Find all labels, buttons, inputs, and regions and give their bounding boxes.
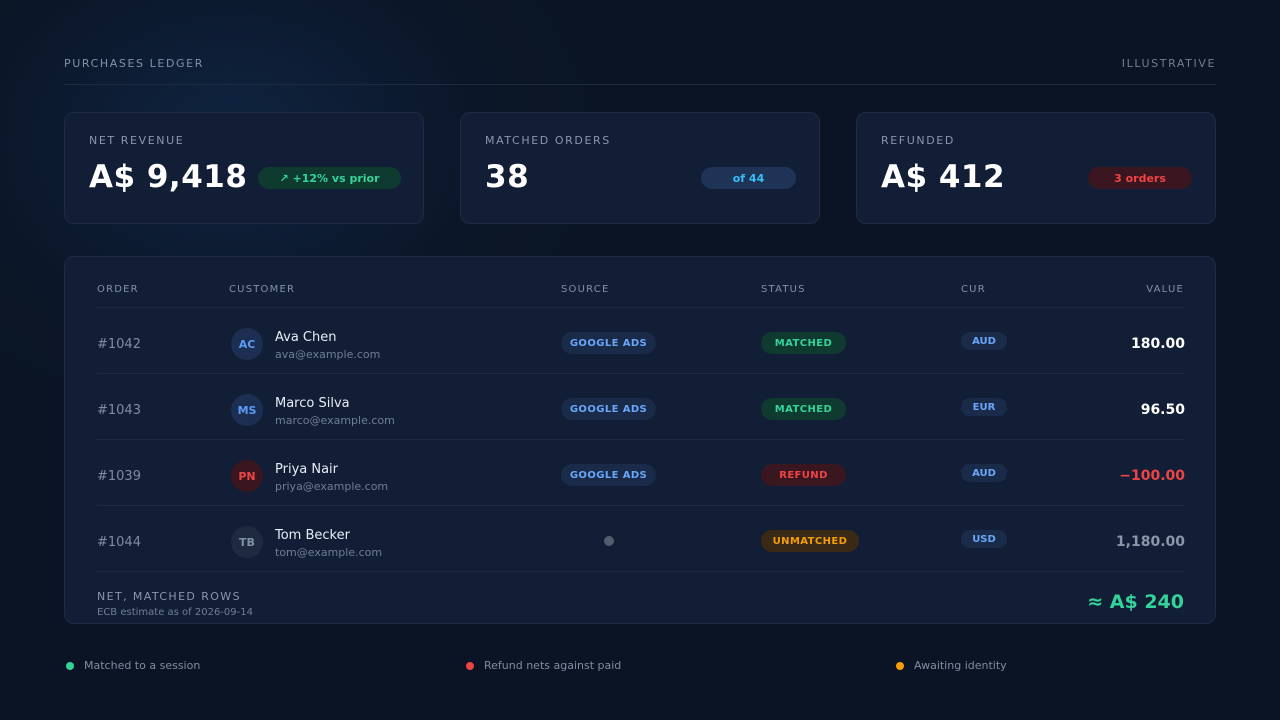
- refund-count-badge: 3 orders: [1088, 167, 1192, 189]
- customer-name: Tom Becker: [275, 528, 350, 543]
- column-header-value: VALUE: [1146, 284, 1184, 295]
- avatar: TB: [231, 526, 263, 558]
- status-badge: REFUND: [761, 464, 846, 486]
- currency-badge: AUD: [961, 464, 1007, 482]
- red-dot-icon: [466, 662, 474, 670]
- trend-badge: ↗ +12% vs prior: [258, 167, 401, 189]
- column-header-cur: CUR: [961, 284, 986, 295]
- table-row[interactable]: #1042 AC Ava Chen ava@example.com GOOGLE…: [97, 308, 1185, 374]
- net-total: ≈ A$ 240: [1087, 591, 1184, 613]
- status-badge: MATCHED: [761, 398, 846, 420]
- customer-email: priya@example.com: [275, 480, 389, 493]
- order-id: #1043: [97, 403, 141, 418]
- avatar: MS: [231, 394, 263, 426]
- table-row[interactable]: #1044 TB Tom Becker tom@example.com UNMA…: [97, 506, 1185, 572]
- page-header: PURCHASES LEDGER ILLUSTRATIVE: [64, 57, 1216, 85]
- customer-name: Priya Nair: [275, 462, 339, 477]
- footer-subtitle: ECB estimate as of 2026-09-14: [97, 607, 253, 618]
- currency-badge: EUR: [961, 398, 1007, 416]
- matched-orders-card: MATCHED ORDERS 38 of 44: [460, 112, 820, 224]
- order-value: 180.00: [1130, 336, 1185, 352]
- customer-email: marco@example.com: [275, 414, 395, 427]
- currency-badge: USD: [961, 530, 1007, 548]
- status-badge: MATCHED: [761, 332, 846, 354]
- column-header-customer: CUSTOMER: [229, 284, 296, 295]
- column-header-source: SOURCE: [561, 284, 610, 295]
- order-id: #1042: [97, 337, 141, 352]
- orders-table: ORDER CUSTOMER SOURCE STATUS CUR VALUE #…: [64, 256, 1216, 624]
- amber-dot-icon: [896, 662, 904, 670]
- avatar: PN: [231, 460, 263, 492]
- source-badge: GOOGLE ADS: [561, 464, 656, 486]
- card-value: A$ 9,418: [89, 159, 248, 195]
- customer-email: tom@example.com: [275, 546, 383, 559]
- currency-badge: AUD: [961, 332, 1007, 350]
- card-label: MATCHED ORDERS: [485, 134, 611, 147]
- card-value: 38: [485, 159, 530, 195]
- customer-name: Marco Silva: [275, 396, 350, 411]
- status-badge: UNMATCHED: [761, 530, 859, 552]
- footer-label: NET, MATCHED ROWS: [97, 590, 241, 603]
- table-row[interactable]: #1039 PN Priya Nair priya@example.com GO…: [97, 440, 1185, 506]
- illustrative-tag: ILLUSTRATIVE: [1121, 57, 1216, 70]
- source-badge: GOOGLE ADS: [561, 332, 656, 354]
- order-value: −100.00: [1119, 468, 1185, 484]
- legend-label: Matched to a session: [84, 659, 201, 672]
- avatar: AC: [231, 328, 263, 360]
- card-value: A$ 412: [881, 159, 1006, 195]
- green-dot-icon: [66, 662, 74, 670]
- total-badge: of 44: [701, 167, 796, 189]
- no-source-dot: [604, 536, 614, 546]
- legend-label: Awaiting identity: [914, 659, 1007, 672]
- order-value: 1,180.00: [1115, 534, 1185, 550]
- card-label: NET REVENUE: [89, 134, 185, 147]
- column-header-status: STATUS: [761, 284, 806, 295]
- card-label: REFUNDED: [881, 134, 955, 147]
- legend-label: Refund nets against paid: [484, 659, 622, 672]
- order-id: #1044: [97, 535, 141, 550]
- table-row[interactable]: #1043 MS Marco Silva marco@example.com G…: [97, 374, 1185, 440]
- customer-name: Ava Chen: [275, 330, 337, 345]
- source-badge: GOOGLE ADS: [561, 398, 656, 420]
- refunded-card: REFUNDED A$ 412 3 orders: [856, 112, 1216, 224]
- customer-email: ava@example.com: [275, 348, 381, 361]
- column-header-order: ORDER: [97, 284, 139, 295]
- order-id: #1039: [97, 469, 141, 484]
- page-title: PURCHASES LEDGER: [64, 57, 204, 70]
- order-value: 96.50: [1140, 402, 1185, 418]
- net-revenue-card: NET REVENUE A$ 9,418 ↗ +12% vs prior: [64, 112, 424, 224]
